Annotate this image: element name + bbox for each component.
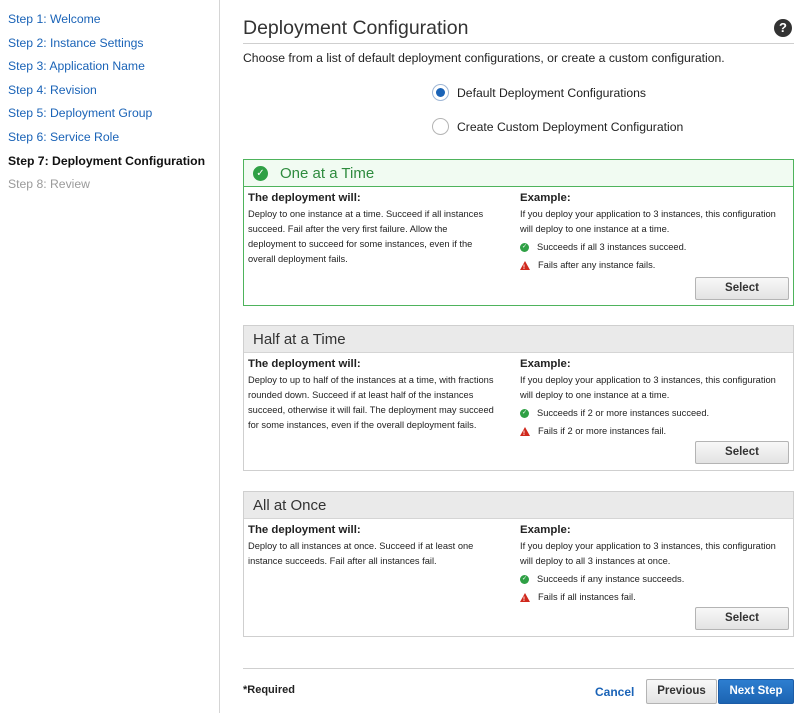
failure-text: Fails if 2 or more instances fail. <box>538 426 667 436</box>
card-description: Deploy to one instance at a time. Succee… <box>248 209 484 264</box>
success-text: Succeeds if any instance succeeds. <box>537 574 685 584</box>
footer-divider <box>243 668 794 669</box>
select-button[interactable]: Select <box>695 441 789 464</box>
card-example-text: If you deploy your application to 3 inst… <box>520 209 776 234</box>
radio-custom-config[interactable]: Create Custom Deployment Configuration <box>432 118 683 135</box>
radio-button-unchecked[interactable] <box>432 118 449 135</box>
warning-icon <box>520 427 530 442</box>
card-example-text: If you deploy your application to 3 inst… <box>520 541 776 566</box>
next-step-button[interactable]: Next Step <box>718 679 794 704</box>
success-text: Succeeds if 2 or more instances succeed. <box>537 408 710 418</box>
sidebar-step-review: Step 8: Review <box>8 177 90 192</box>
card-header: ✓ One at a Time <box>244 160 793 187</box>
failure-text: Fails if all instances fail. <box>538 592 636 602</box>
wizard-sidebar: Step 1: Welcome Step 2: Instance Setting… <box>0 0 220 713</box>
sidebar-step-deployment-group[interactable]: Step 5: Deployment Group <box>0 102 219 126</box>
sidebar-step-welcome[interactable]: Step 1: Welcome <box>0 8 219 32</box>
sidebar-step-instance-settings[interactable]: Step 2: Instance Settings <box>0 32 219 56</box>
card-left-title: The deployment will: <box>248 192 361 204</box>
card-example-title: Example: <box>520 358 571 370</box>
card-left-title: The deployment will: <box>248 524 361 536</box>
config-card-all-at-once: All at Once The deployment will: Deploy … <box>243 491 794 637</box>
card-title: One at a Time <box>280 164 375 182</box>
card-example-title: Example: <box>520 192 571 204</box>
sidebar-step-revision[interactable]: Step 4: Revision <box>0 79 219 103</box>
card-description: Deploy to all instances at once. Succeed… <box>248 541 474 566</box>
card-title: Half at a Time <box>253 330 346 348</box>
sidebar-step-application-name[interactable]: Step 3: Application Name <box>0 55 219 79</box>
cancel-link[interactable]: Cancel <box>595 685 634 699</box>
config-card-half-at-a-time: Half at a Time The deployment will: Depl… <box>243 325 794 471</box>
radio-button-checked[interactable] <box>432 84 449 101</box>
card-header: Half at a Time <box>244 326 793 353</box>
failure-text: Fails after any instance fails. <box>538 260 656 270</box>
warning-icon <box>520 593 530 608</box>
radio-label-custom: Create Custom Deployment Configuration <box>457 119 684 134</box>
card-left-title: The deployment will: <box>248 358 361 370</box>
success-check-icon: ✓ <box>520 243 529 252</box>
card-example-text: If you deploy your application to 3 inst… <box>520 375 776 400</box>
check-circle-icon: ✓ <box>253 165 268 181</box>
success-text: Succeeds if all 3 instances succeed. <box>537 242 687 252</box>
card-example-title: Example: <box>520 524 571 536</box>
main-content: Deployment Configuration ? Choose from a… <box>243 0 794 713</box>
page-title: Deployment Configuration <box>243 17 469 39</box>
sidebar-step-service-role[interactable]: Step 6: Service Role <box>0 126 219 150</box>
radio-default-configs[interactable]: Default Deployment Configurations <box>432 84 646 101</box>
previous-button[interactable]: Previous <box>646 679 717 704</box>
select-button[interactable]: Select <box>695 277 789 300</box>
help-icon[interactable]: ? <box>774 19 792 37</box>
select-button[interactable]: Select <box>695 607 789 630</box>
page-subtitle: Choose from a list of default deployment… <box>243 51 725 65</box>
radio-label-default: Default Deployment Configurations <box>457 85 647 100</box>
warning-icon <box>520 261 530 276</box>
card-header: All at Once <box>244 492 793 519</box>
required-note: *Required <box>243 684 295 696</box>
card-description: Deploy to up to half of the instances at… <box>248 375 494 430</box>
config-card-one-at-a-time: ✓ One at a Time The deployment will: Dep… <box>243 159 794 306</box>
sidebar-step-deployment-configuration: Step 7: Deployment Configuration <box>8 153 206 168</box>
success-check-icon: ✓ <box>520 575 529 584</box>
title-divider <box>243 43 794 44</box>
success-check-icon: ✓ <box>520 409 529 418</box>
card-title: All at Once <box>253 496 327 514</box>
